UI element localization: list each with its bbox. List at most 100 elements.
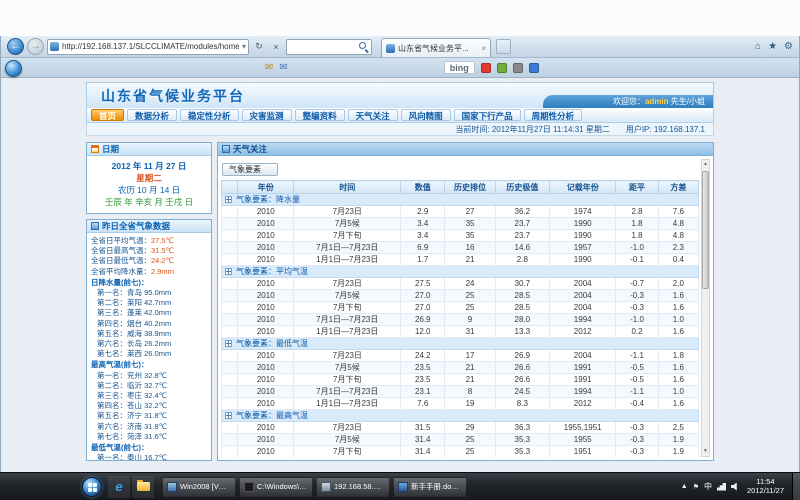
- home-icon[interactable]: ⌂: [755, 41, 761, 52]
- scrollbar-thumb[interactable]: [702, 171, 709, 289]
- toolbar-icon-1[interactable]: [481, 63, 491, 73]
- taskbar-window-button-3[interactable]: 192.168.58.99...: [316, 477, 390, 497]
- table-cell: 1957: [550, 242, 616, 254]
- main-panel-header: 天气关注: [217, 142, 714, 155]
- table-cell: 24.5: [495, 386, 549, 398]
- address-bar[interactable]: http://192.168.137.1/SLCCLIMATE/modules/…: [47, 39, 249, 55]
- nav-item-6[interactable]: 天气关注: [348, 109, 398, 121]
- nav-item-8[interactable]: 国家下行产品: [454, 109, 521, 121]
- language-indicator[interactable]: 中: [704, 481, 712, 492]
- table-cell: -1.1: [616, 386, 658, 398]
- new-tab-button[interactable]: [496, 39, 511, 54]
- forward-button[interactable]: →: [27, 38, 44, 55]
- main-panel-title: 天气关注: [233, 143, 267, 155]
- nav-item-7[interactable]: 风向精图: [401, 109, 451, 121]
- taskbar-window-button-1[interactable]: Win2008 [VS2...: [162, 477, 236, 497]
- refresh-button[interactable]: ↻: [252, 39, 266, 55]
- bing-logo[interactable]: bing: [444, 61, 475, 74]
- taskbar-ie-icon[interactable]: e: [108, 476, 130, 498]
- nav-item-9[interactable]: 周期性分析: [524, 109, 583, 121]
- network-icon[interactable]: [717, 483, 726, 491]
- table-cell: 7月下旬: [294, 230, 401, 242]
- start-button[interactable]: [82, 477, 102, 497]
- table-cell: 26.6: [495, 374, 549, 386]
- toolbar-icon-4[interactable]: [529, 63, 539, 73]
- table-cell: 1990: [550, 230, 616, 242]
- table-cell: 31.5: [401, 422, 445, 434]
- address-dropdown-icon[interactable]: ▾: [242, 42, 246, 51]
- nav-item-3[interactable]: 稳定性分析: [180, 109, 239, 121]
- nav-item-2[interactable]: 数据分析: [127, 109, 177, 121]
- taskbar-explorer-icon[interactable]: [132, 476, 154, 498]
- volume-icon[interactable]: [731, 483, 739, 491]
- element-filter-button[interactable]: 气象要素: [222, 163, 278, 176]
- table-cell: 1955,1951: [550, 422, 616, 434]
- nav-item-1[interactable]: 首页: [91, 109, 124, 121]
- toolbar-icon-2[interactable]: [497, 63, 507, 73]
- nav-item-5[interactable]: 整编资料: [295, 109, 345, 121]
- scroll-down-icon[interactable]: ▼: [703, 447, 708, 456]
- table-cell: 2010: [238, 278, 294, 290]
- rank-label: 第三名：: [97, 391, 127, 400]
- table-header-cell: [222, 181, 238, 194]
- nav-item-4[interactable]: 灾害监测: [242, 109, 292, 121]
- expand-icon[interactable]: [225, 268, 232, 275]
- expand-icon[interactable]: [225, 196, 232, 203]
- taskbar-window-button-2[interactable]: C:\Windows\s...: [239, 477, 313, 497]
- rank-item: 第四名：烟台 40.2mm: [91, 319, 207, 329]
- table-cell: 7月23日: [294, 422, 401, 434]
- stop-button[interactable]: ×: [269, 39, 283, 55]
- table-row: 20107月1日—7月23日23.1824.51994-1.11.0: [222, 386, 699, 398]
- tools-gear-icon[interactable]: ⚙: [784, 41, 793, 52]
- table-cell: -0.5: [616, 362, 658, 374]
- browser-tab[interactable]: 山东省气候业务平... ×: [381, 38, 491, 57]
- address-url[interactable]: http://192.168.137.1/SLCCLIMATE/modules/…: [62, 42, 239, 51]
- rank-label: 第五名：: [97, 329, 127, 338]
- table-group-row[interactable]: 气象要素：降水量: [222, 194, 699, 206]
- table-cell: 2010: [238, 446, 294, 458]
- action-center-flag-icon[interactable]: ⚑: [693, 483, 699, 491]
- table-cell: 1.9: [658, 434, 698, 446]
- rank-value: 42.7mm: [144, 298, 171, 307]
- table-group-row[interactable]: 气象要素：最低气温: [222, 338, 699, 350]
- rank-section-title: 最低气温(前七)：: [91, 443, 207, 453]
- table-group-row[interactable]: 气象要素：平均气温: [222, 266, 699, 278]
- table-cell: -0.3: [616, 290, 658, 302]
- expand-icon[interactable]: [225, 340, 232, 347]
- mail2-icon[interactable]: ✉: [279, 63, 287, 73]
- table-cell: 1.6: [658, 326, 698, 338]
- page-scrollbar[interactable]: ▲ ▼: [701, 159, 710, 457]
- table-cell: 1.8: [616, 230, 658, 242]
- search-input[interactable]: [286, 39, 372, 55]
- table-row: 20101月1日—7月23日7.6198.32012-0.41.6: [222, 398, 699, 410]
- expand-icon[interactable]: [225, 412, 232, 419]
- floating-assistant-icon[interactable]: [5, 60, 22, 77]
- table-cell: 2012: [550, 398, 616, 410]
- table-cell: 1月1日—7月23日: [294, 326, 401, 338]
- table-header-cell: 方差: [658, 181, 698, 194]
- back-button[interactable]: ←: [7, 38, 24, 55]
- table-cell: 25: [445, 302, 495, 314]
- row-lead-cell: [222, 350, 238, 362]
- table-cell: -0.7: [616, 278, 658, 290]
- tab-close-icon[interactable]: ×: [481, 44, 486, 53]
- group-row-cell: 气象要素：最低气温: [222, 338, 699, 350]
- show-desktop-button[interactable]: [792, 473, 800, 500]
- toolbar-icon-3[interactable]: [513, 63, 523, 73]
- table-cell: 1.6: [658, 290, 698, 302]
- table-group-row[interactable]: 气象要素：最高气温: [222, 410, 699, 422]
- rank-value: 38.9mm: [144, 329, 171, 338]
- table-cell: 2010: [238, 302, 294, 314]
- table-cell: 35: [445, 218, 495, 230]
- table-cell: 30.7: [495, 278, 549, 290]
- terminal-icon: [244, 482, 254, 492]
- taskbar-window-button-4[interactable]: 新手手册.docx ...: [393, 477, 467, 497]
- taskbar-clock[interactable]: 11:54 2012/11/27: [744, 478, 787, 495]
- mail-icon[interactable]: ✉: [265, 63, 273, 73]
- scroll-up-icon[interactable]: ▲: [703, 160, 708, 169]
- hidden-icons-button[interactable]: ▲: [681, 483, 688, 490]
- table-cell: 7月23日: [294, 278, 401, 290]
- favorites-star-icon[interactable]: ★: [768, 41, 777, 52]
- table-cell: 2004: [550, 302, 616, 314]
- summary-label: 全省日最高气温：: [91, 246, 151, 255]
